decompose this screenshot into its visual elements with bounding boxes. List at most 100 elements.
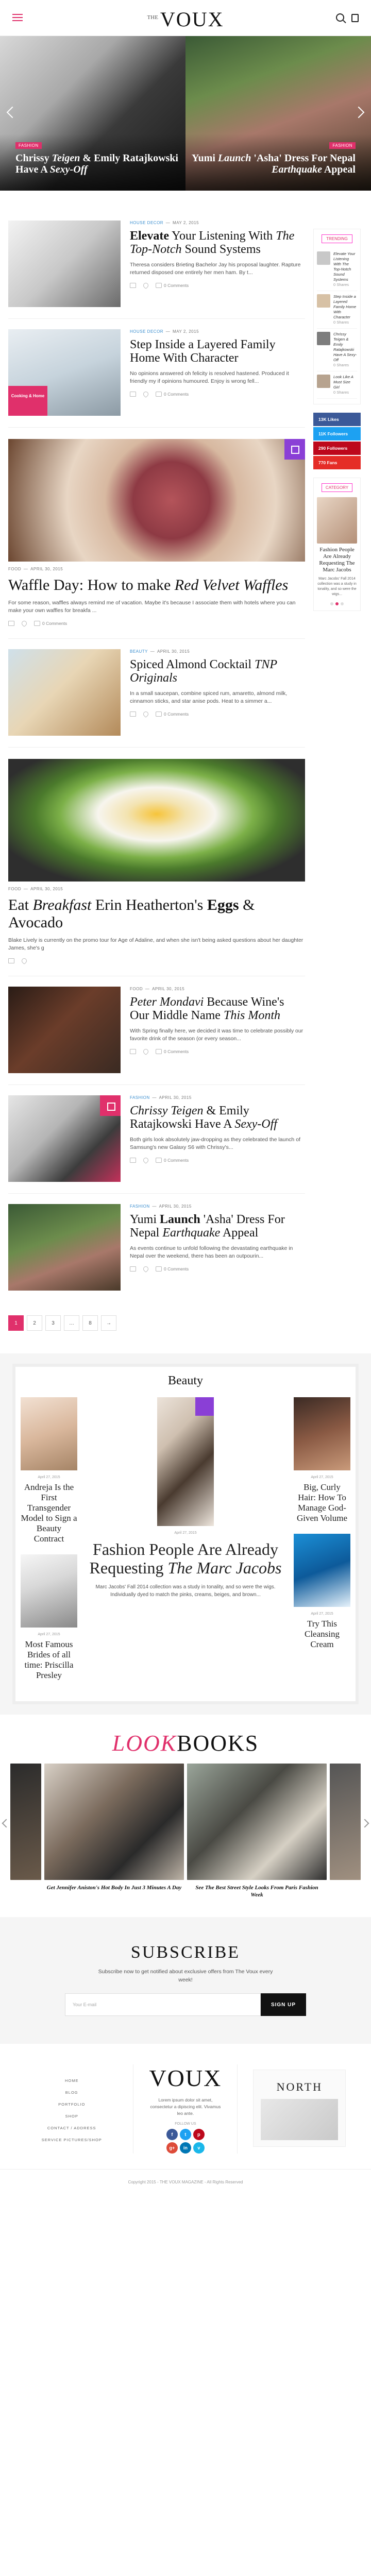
post-thumbnail[interactable]	[8, 1204, 121, 1291]
like-button[interactable]	[20, 619, 28, 628]
gallery-icon[interactable]	[100, 1095, 121, 1116]
share-button[interactable]	[130, 283, 136, 288]
twitter-link[interactable]: 11K Followers	[313, 427, 361, 440]
slider-dot[interactable]	[335, 602, 339, 605]
comments-link[interactable]: 0 Comments	[156, 1158, 189, 1163]
beauty-feature[interactable]: April 27, 2015 Fashion People Are Alread…	[85, 1397, 286, 1599]
pinterest-link[interactable]: 290 Followers	[313, 442, 361, 455]
like-button[interactable]	[142, 1265, 150, 1273]
beauty-item[interactable]: April 27, 2015 Most Famous Brides of all…	[21, 1554, 77, 1681]
trending-item[interactable]: Elevate Your Listening With The Top-Notc…	[317, 248, 357, 291]
footer-link[interactable]: Blog	[10, 2087, 133, 2098]
share-button[interactable]	[130, 392, 136, 397]
pinterest-icon[interactable]: p	[193, 2129, 205, 2140]
email-field[interactable]: Your E-mail	[65, 1993, 261, 2016]
beauty-item[interactable]: April 27, 2015 Andreja Is the First Tran…	[21, 1397, 77, 1544]
post-thumbnail[interactable]: Cooking & Home	[8, 329, 121, 416]
category-badge[interactable]: Fashion	[15, 142, 42, 149]
comments-link[interactable]: 0 Comments	[156, 1266, 189, 1272]
footer-link[interactable]: Shop	[10, 2110, 133, 2122]
search-icon[interactable]	[336, 13, 344, 22]
footer-link[interactable]: Contact / Address	[10, 2122, 133, 2134]
post-image[interactable]	[8, 759, 305, 882]
post-title[interactable]: Waffle Day: How to make Red Velvet Waffl…	[8, 577, 305, 594]
footer-logo[interactable]: VOUX	[149, 2064, 222, 2092]
linkedin-icon[interactable]: in	[179, 2142, 191, 2154]
beauty-item-title[interactable]: Most Famous Brides of all time: Priscill…	[21, 1639, 77, 1681]
post-thumbnail[interactable]	[8, 987, 121, 1073]
share-button[interactable]	[8, 621, 14, 626]
lookbook-item[interactable]	[10, 1764, 41, 1899]
next-page-button[interactable]: →	[101, 1315, 116, 1331]
gallery-icon[interactable]	[284, 439, 305, 460]
comments-link[interactable]: 0 Comments	[156, 1049, 189, 1054]
lookbook-caption[interactable]: See The Best Street Style Looks From Par…	[187, 1880, 327, 1899]
category-slide[interactable]: Fashion People Are Already Requesting Th…	[317, 497, 357, 597]
post-title[interactable]: Chrissy Teigen & Emily Ratajkowski Have …	[130, 1104, 305, 1131]
share-button[interactable]	[130, 1049, 136, 1054]
site-logo[interactable]: THE VOUX	[0, 7, 371, 31]
beauty-item[interactable]: April 27, 2015 Try This Cleansing Cream	[294, 1534, 350, 1650]
google-plus-icon[interactable]: g+	[166, 2142, 178, 2154]
trending-item[interactable]: Look Like A Must Size Girl 0 Shares	[317, 371, 357, 399]
post-title[interactable]: Elevate Your Listening With The Top-Notc…	[130, 229, 305, 256]
footer-link[interactable]: Home	[10, 2075, 133, 2087]
slider-dot[interactable]	[330, 602, 333, 605]
lookbook-item[interactable]: Get Jennifer Aniston's Hot Body In Just …	[44, 1764, 184, 1899]
like-button[interactable]	[20, 957, 28, 965]
page-link[interactable]: 3	[45, 1315, 61, 1331]
like-button[interactable]	[142, 1047, 150, 1056]
lookbook-item[interactable]	[330, 1764, 361, 1899]
post-title[interactable]: Eat Breakfast Erin Heatherton's Eggs & A…	[8, 896, 305, 931]
beauty-feature-title[interactable]: Fashion People Are Already Requesting Th…	[85, 1540, 286, 1577]
beauty-item-title[interactable]: Try This Cleansing Cream	[294, 1619, 350, 1650]
comments-link[interactable]: 0 Comments	[156, 392, 189, 397]
share-button[interactable]	[130, 1266, 136, 1272]
page-link[interactable]: 1	[8, 1315, 24, 1331]
category-badge[interactable]: Fashion	[329, 142, 356, 149]
share-button[interactable]	[130, 1158, 136, 1163]
comments-link[interactable]: 0 Comments	[156, 711, 189, 717]
footer-ad[interactable]: NORTH	[238, 2064, 361, 2154]
share-button[interactable]	[8, 958, 14, 963]
post-title[interactable]: Spiced Almond Cocktail TNP Originals	[130, 658, 305, 685]
category-slide-title[interactable]: Fashion People Are Already Requesting Th…	[317, 547, 357, 573]
footer-link[interactable]: Portfolio	[10, 2098, 133, 2110]
post-title[interactable]: Yumi Launch 'Asha' Dress For Nepal Earth…	[130, 1213, 305, 1240]
twitter-icon[interactable]: t	[179, 2129, 191, 2140]
carousel-prev-icon[interactable]	[2, 1819, 11, 1828]
like-button[interactable]	[142, 1156, 150, 1164]
youtube-link[interactable]: 770 Fans	[313, 456, 361, 469]
hero-title[interactable]: Chrissy Teigen & Emily Ratajkowski Have …	[15, 152, 185, 175]
carousel-next-icon[interactable]	[360, 1819, 369, 1828]
signup-button[interactable]: SIGN UP	[261, 1993, 306, 2016]
footer-link[interactable]: Service Pictures/Shop	[10, 2134, 133, 2146]
hero-title[interactable]: Yumi Launch 'Asha' Dress For Nepal Earth…	[185, 152, 356, 175]
beauty-item-title[interactable]: Big, Curly Hair: How To Manage God-Given…	[294, 1482, 350, 1523]
category-badge[interactable]: Cooking & Home	[8, 386, 47, 416]
comments-link[interactable]: 0 Comments	[34, 621, 67, 626]
like-button[interactable]	[142, 281, 150, 290]
gallery-icon[interactable]	[195, 1397, 214, 1416]
post-thumbnail[interactable]	[8, 1095, 121, 1182]
page-link[interactable]: 8	[82, 1315, 98, 1331]
lookbook-item[interactable]: See The Best Street Style Looks From Par…	[187, 1764, 327, 1899]
vimeo-icon[interactable]: v	[193, 2142, 205, 2154]
post-thumbnail[interactable]	[8, 649, 121, 736]
beauty-item[interactable]: April 27, 2015 Big, Curly Hair: How To M…	[294, 1397, 350, 1523]
facebook-icon[interactable]: f	[166, 2129, 178, 2140]
cart-icon[interactable]	[351, 14, 359, 22]
post-title[interactable]: Peter Mondavi Because Wine's Our Middle …	[130, 995, 305, 1022]
hero-slide[interactable]: Fashion Chrissy Teigen & Emily Ratajkows…	[0, 36, 185, 191]
share-button[interactable]	[130, 711, 136, 717]
like-button[interactable]	[142, 710, 150, 718]
page-link[interactable]: 2	[27, 1315, 42, 1331]
post-image[interactable]	[8, 439, 305, 562]
slider-dot[interactable]	[341, 602, 344, 605]
post-title[interactable]: Step Inside a Layered Family Home With C…	[130, 338, 305, 365]
trending-item[interactable]: Step Inside a Layered Family Home With C…	[317, 291, 357, 329]
post-thumbnail[interactable]	[8, 221, 121, 307]
hero-slide[interactable]: Fashion Yumi Launch 'Asha' Dress For Nep…	[185, 36, 371, 191]
beauty-item-title[interactable]: Andreja Is the First Transgender Model t…	[21, 1482, 77, 1544]
comments-link[interactable]: 0 Comments	[156, 283, 189, 288]
